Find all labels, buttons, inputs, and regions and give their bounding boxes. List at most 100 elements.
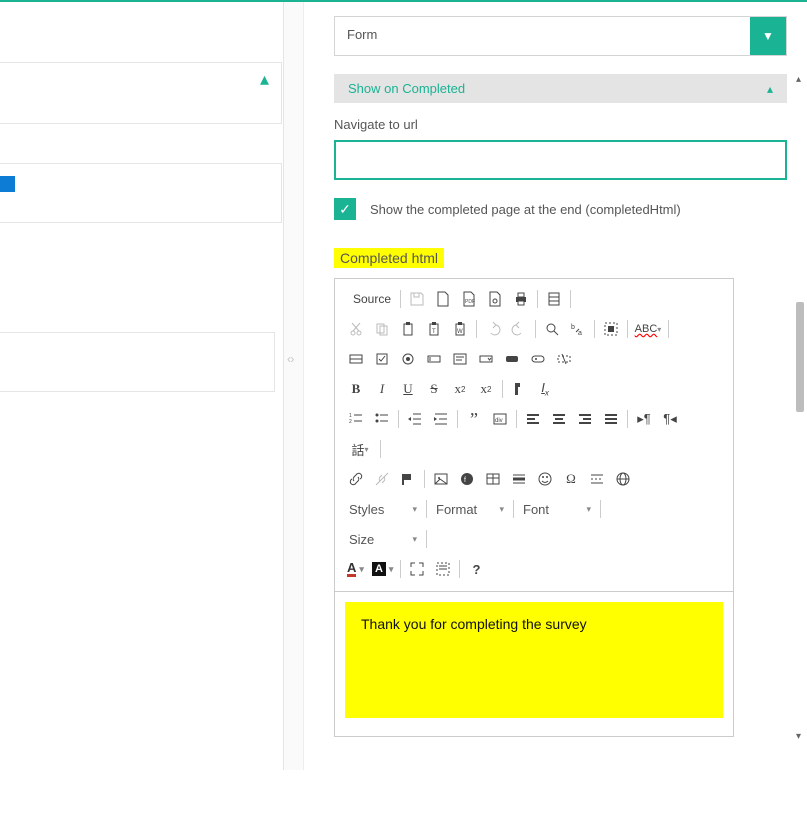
vertical-scrollbar[interactable]: ▴ ▾ xyxy=(793,68,807,748)
anchor-icon[interactable] xyxy=(395,467,421,491)
scroll-down-icon[interactable]: ▾ xyxy=(796,731,801,742)
new-page-icon[interactable] xyxy=(430,287,456,311)
page-break-icon[interactable] xyxy=(584,467,610,491)
textarea-icon[interactable] xyxy=(447,347,473,371)
svg-text:a: a xyxy=(578,330,582,337)
about-icon[interactable]: ? xyxy=(463,557,489,581)
scroll-up-icon[interactable]: ▴ xyxy=(796,74,801,85)
subscript-icon[interactable]: x2 xyxy=(447,377,473,401)
undo-icon[interactable] xyxy=(480,317,506,341)
chevron-up-icon[interactable]: ▴ xyxy=(767,82,773,96)
remove-format-icon[interactable]: Ix xyxy=(532,377,558,401)
format-combo[interactable]: Format▾ xyxy=(430,497,510,521)
rich-text-editor: Source PDF xyxy=(334,278,734,737)
align-left-icon[interactable] xyxy=(520,407,546,431)
bg-color-button[interactable]: A▾ xyxy=(368,557,398,581)
outdent-icon[interactable] xyxy=(402,407,428,431)
text-color-button[interactable]: A▾ xyxy=(343,557,368,581)
splitter-handle-icon[interactable]: ‹ › xyxy=(287,352,292,366)
align-right-icon[interactable] xyxy=(572,407,598,431)
svg-text:T: T xyxy=(432,329,436,335)
horizontal-rule-icon[interactable] xyxy=(506,467,532,491)
table-icon[interactable] xyxy=(480,467,506,491)
copy-formatting-icon[interactable] xyxy=(506,377,532,401)
underline-icon[interactable]: U xyxy=(395,377,421,401)
editor-content-text[interactable]: Thank you for completing the survey xyxy=(345,602,723,718)
replace-icon[interactable]: ba xyxy=(565,317,591,341)
rtl-icon[interactable]: ¶◂ xyxy=(657,407,683,431)
navigate-url-input[interactable] xyxy=(334,140,787,180)
checkbox-icon[interactable] xyxy=(369,347,395,371)
svg-text:W: W xyxy=(457,329,463,335)
show-completed-row[interactable]: ✓ Show the completed page at the end (co… xyxy=(334,198,787,220)
textfield-icon[interactable] xyxy=(421,347,447,371)
templates-icon[interactable] xyxy=(541,287,567,311)
cut-icon[interactable] xyxy=(343,317,369,341)
find-icon[interactable] xyxy=(539,317,565,341)
paste-text-icon[interactable]: T xyxy=(421,317,447,341)
form-icon[interactable] xyxy=(343,347,369,371)
smiley-icon[interactable] xyxy=(532,467,558,491)
completed-html-label: Completed html xyxy=(334,248,444,268)
maximize-icon[interactable] xyxy=(404,557,430,581)
source-button[interactable]: Source xyxy=(343,287,397,311)
save-icon[interactable] xyxy=(404,287,430,311)
font-combo[interactable]: Font▾ xyxy=(517,497,597,521)
size-combo[interactable]: Size▾ xyxy=(343,527,423,551)
object-selector[interactable]: Form ▼ xyxy=(334,16,787,56)
left-panel: ▴ xyxy=(0,2,284,770)
language-icon[interactable]: 話▾ xyxy=(343,437,377,461)
spellcheck-icon[interactable]: ABC▾ xyxy=(631,317,665,341)
left-box-selected[interactable] xyxy=(0,163,282,223)
show-completed-label: Show the completed page at the end (comp… xyxy=(370,202,681,217)
svg-text:div: div xyxy=(495,418,503,424)
chevron-up-icon[interactable]: ▴ xyxy=(260,69,269,90)
section-show-on-completed[interactable]: Show on Completed ▴ xyxy=(334,74,787,103)
redo-icon[interactable] xyxy=(506,317,532,341)
ltr-icon[interactable]: ▸¶ xyxy=(631,407,657,431)
iframe-icon[interactable] xyxy=(610,467,636,491)
strike-icon[interactable]: S xyxy=(421,377,447,401)
svg-text:b: b xyxy=(571,324,575,331)
italic-icon[interactable]: I xyxy=(369,377,395,401)
pdf-icon[interactable]: PDF xyxy=(456,287,482,311)
paste-icon[interactable] xyxy=(395,317,421,341)
select-all-icon[interactable] xyxy=(598,317,624,341)
align-center-icon[interactable] xyxy=(546,407,572,431)
bulleted-list-icon[interactable] xyxy=(369,407,395,431)
link-icon[interactable] xyxy=(343,467,369,491)
superscript-icon[interactable]: x2 xyxy=(473,377,499,401)
special-char-icon[interactable]: Ω xyxy=(558,467,584,491)
print-icon[interactable] xyxy=(508,287,534,311)
flash-icon[interactable]: f xyxy=(454,467,480,491)
imagebutton-icon[interactable] xyxy=(525,347,551,371)
select-icon[interactable] xyxy=(473,347,499,371)
editor-content-area[interactable]: Thank you for completing the survey xyxy=(335,591,733,736)
copy-icon[interactable] xyxy=(369,317,395,341)
preview-icon[interactable] xyxy=(482,287,508,311)
checkbox-checked-icon[interactable]: ✓ xyxy=(334,198,356,220)
align-justify-icon[interactable] xyxy=(598,407,624,431)
editor-toolbar: Source PDF xyxy=(335,279,733,591)
radio-icon[interactable] xyxy=(395,347,421,371)
object-selector-label: Form xyxy=(335,17,750,55)
left-box-input[interactable] xyxy=(0,332,275,392)
scrollbar-thumb[interactable] xyxy=(796,302,804,412)
image-icon[interactable] xyxy=(428,467,454,491)
numbered-list-icon[interactable]: 12 xyxy=(343,407,369,431)
show-blocks-icon[interactable] xyxy=(430,557,456,581)
chevron-down-icon[interactable]: ▼ xyxy=(750,17,786,55)
column-splitter[interactable]: ‹ › xyxy=(284,2,304,770)
div-icon[interactable]: div xyxy=(487,407,513,431)
bold-icon[interactable]: B xyxy=(343,377,369,401)
properties-panel: Form ▼ Show on Completed ▴ Navigate to u… xyxy=(304,2,807,770)
blockquote-icon[interactable]: ” xyxy=(461,407,487,431)
svg-text:2: 2 xyxy=(349,419,352,425)
styles-combo[interactable]: Styles▾ xyxy=(343,497,423,521)
indent-icon[interactable] xyxy=(428,407,454,431)
unlink-icon[interactable] xyxy=(369,467,395,491)
button-icon[interactable] xyxy=(499,347,525,371)
selection-indicator xyxy=(0,176,15,192)
paste-word-icon[interactable]: W xyxy=(447,317,473,341)
hidden-field-icon[interactable] xyxy=(551,347,577,371)
